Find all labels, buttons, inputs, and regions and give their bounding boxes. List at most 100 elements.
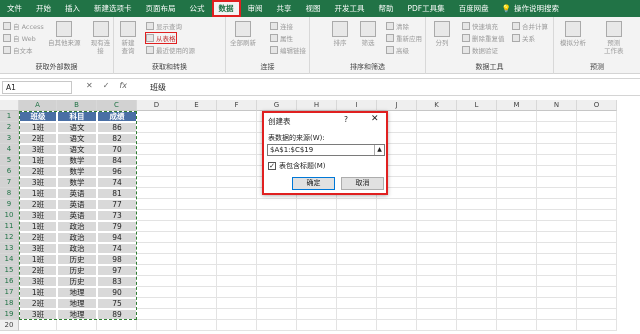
empty-cell[interactable]	[177, 155, 217, 166]
close-icon[interactable]: ✕	[371, 114, 379, 124]
empty-cell[interactable]	[377, 320, 417, 331]
empty-cell[interactable]	[497, 221, 537, 232]
column-header[interactable]: B	[57, 100, 97, 111]
empty-cell[interactable]	[297, 243, 337, 254]
empty-cell[interactable]	[377, 265, 417, 276]
table-cell[interactable]: 97	[97, 265, 137, 276]
table-cell[interactable]: 75	[97, 298, 137, 309]
table-cell[interactable]: 94	[97, 232, 137, 243]
empty-cell[interactable]	[177, 177, 217, 188]
empty-cell[interactable]	[577, 111, 617, 122]
empty-cell[interactable]	[177, 232, 217, 243]
table-cell[interactable]: 3班	[19, 309, 57, 320]
existing-connections-button[interactable]: 现有连接	[88, 21, 113, 55]
empty-cell[interactable]	[417, 287, 457, 298]
row-header[interactable]: 8	[0, 188, 19, 199]
empty-cell[interactable]	[537, 232, 577, 243]
empty-cell[interactable]	[577, 287, 617, 298]
empty-cell[interactable]	[337, 309, 377, 320]
table-cell[interactable]: 74	[97, 243, 137, 254]
empty-cell[interactable]	[417, 210, 457, 221]
empty-cell[interactable]	[217, 133, 257, 144]
empty-cell[interactable]	[577, 221, 617, 232]
empty-cell[interactable]	[497, 166, 537, 177]
fx-icon[interactable]: fx	[119, 81, 127, 90]
empty-cell[interactable]	[337, 265, 377, 276]
empty-cell[interactable]	[577, 155, 617, 166]
empty-cell[interactable]	[577, 210, 617, 221]
empty-cell[interactable]	[137, 265, 177, 276]
empty-cell[interactable]	[217, 320, 257, 331]
table-cell[interactable]: 数学	[57, 177, 97, 188]
empty-cell[interactable]	[457, 221, 497, 232]
column-header[interactable]: G	[257, 100, 297, 111]
table-cell[interactable]: 英语	[57, 210, 97, 221]
table-cell[interactable]: 2班	[19, 265, 57, 276]
empty-cell[interactable]	[177, 265, 217, 276]
table-cell[interactable]: 2班	[19, 166, 57, 177]
empty-cell[interactable]	[337, 320, 377, 331]
empty-cell[interactable]	[577, 309, 617, 320]
table-cell[interactable]: 1班	[19, 287, 57, 298]
empty-cell[interactable]	[297, 221, 337, 232]
empty-cell[interactable]	[177, 221, 217, 232]
column-header[interactable]: F	[217, 100, 257, 111]
column-header[interactable]: K	[417, 100, 457, 111]
empty-cell[interactable]	[337, 221, 377, 232]
row-header[interactable]: 12	[0, 232, 19, 243]
empty-cell[interactable]	[457, 298, 497, 309]
empty-cell[interactable]	[217, 122, 257, 133]
empty-cell[interactable]	[457, 243, 497, 254]
empty-cell[interactable]	[497, 287, 537, 298]
empty-cell[interactable]	[137, 122, 177, 133]
row-header[interactable]: 6	[0, 166, 19, 177]
empty-cell[interactable]	[497, 320, 537, 331]
empty-cell[interactable]	[537, 221, 577, 232]
empty-cell[interactable]	[457, 144, 497, 155]
empty-cell[interactable]	[177, 199, 217, 210]
empty-cell[interactable]	[297, 298, 337, 309]
empty-cell[interactable]	[457, 155, 497, 166]
refresh-all-button[interactable]: 全部刷新	[230, 21, 256, 47]
table-cell[interactable]: 政治	[57, 232, 97, 243]
empty-cell[interactable]	[257, 221, 297, 232]
empty-cell[interactable]	[297, 276, 337, 287]
empty-cell[interactable]	[417, 199, 457, 210]
empty-cell[interactable]	[297, 210, 337, 221]
filter-button[interactable]: 筛选	[360, 21, 376, 47]
empty-cell[interactable]	[417, 276, 457, 287]
empty-cell[interactable]	[577, 133, 617, 144]
empty-cell[interactable]	[497, 133, 537, 144]
row-header[interactable]: 3	[0, 133, 19, 144]
tab-1[interactable]: 开始	[29, 0, 58, 17]
help-icon[interactable]: ?	[344, 115, 348, 124]
empty-cell[interactable]	[217, 111, 257, 122]
empty-cell[interactable]	[377, 210, 417, 221]
empty-cell[interactable]	[297, 265, 337, 276]
empty-cell[interactable]	[417, 221, 457, 232]
empty-cell[interactable]	[217, 210, 257, 221]
table-cell[interactable]: 3班	[19, 144, 57, 155]
table-cell[interactable]: 70	[97, 144, 137, 155]
table-cell[interactable]: 政治	[57, 243, 97, 254]
empty-cell[interactable]	[457, 111, 497, 122]
tab-3[interactable]: 新建选项卡	[87, 0, 139, 17]
table-cell[interactable]: 地理	[57, 309, 97, 320]
empty-cell[interactable]	[217, 265, 257, 276]
flash-fill-button[interactable]: 快速填充	[462, 21, 498, 31]
empty-cell[interactable]	[537, 111, 577, 122]
table-cell[interactable]: 74	[97, 177, 137, 188]
empty-cell[interactable]	[217, 155, 257, 166]
empty-cell[interactable]	[257, 298, 297, 309]
table-cell[interactable]: 73	[97, 210, 137, 221]
connections-button[interactable]: 连接	[270, 21, 293, 31]
table-cell[interactable]: 历史	[57, 254, 97, 265]
empty-cell[interactable]	[297, 320, 337, 331]
table-cell[interactable]: 3班	[19, 210, 57, 221]
table-cell[interactable]: 英语	[57, 199, 97, 210]
empty-cell[interactable]	[457, 287, 497, 298]
table-cell[interactable]: 2班	[19, 298, 57, 309]
empty-cell[interactable]	[457, 199, 497, 210]
empty-cell[interactable]	[577, 243, 617, 254]
empty-cell[interactable]	[377, 276, 417, 287]
